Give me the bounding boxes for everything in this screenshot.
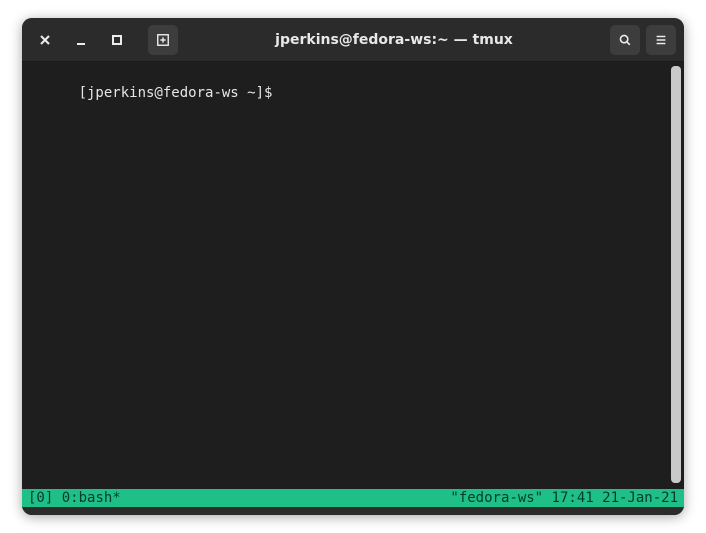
window-bottom-border <box>22 507 684 515</box>
shell-prompt: [jperkins@fedora-ws ~]$ <box>79 85 281 101</box>
menu-button[interactable] <box>646 25 676 55</box>
window-title: jperkins@fedora-ws:~ — tmux <box>184 32 604 48</box>
tmux-date: 21-Jan-21 <box>602 489 678 507</box>
minimize-icon <box>74 33 88 47</box>
hamburger-icon <box>654 33 668 47</box>
close-icon <box>38 33 52 47</box>
search-button[interactable] <box>610 25 640 55</box>
tmux-status-bar: [0] 0:bash* "fedora-ws" 17:41 21-Jan-21 <box>22 489 684 507</box>
close-button[interactable] <box>30 25 60 55</box>
minimize-button[interactable] <box>66 25 96 55</box>
maximize-button[interactable] <box>102 25 132 55</box>
terminal-window: jperkins@fedora-ws:~ — tmux [jperkins@fe… <box>22 18 684 515</box>
terminal-content[interactable]: [jperkins@fedora-ws ~]$ <box>22 62 671 507</box>
search-icon <box>618 33 632 47</box>
terminal-body[interactable]: [jperkins@fedora-ws ~]$ [0] 0:bash* "fed… <box>22 62 684 507</box>
titlebar: jperkins@fedora-ws:~ — tmux <box>22 18 684 62</box>
new-tab-button[interactable] <box>148 25 178 55</box>
tmux-time: 17:41 <box>552 489 594 507</box>
new-tab-icon <box>156 33 170 47</box>
tmux-session-indicator: [0] <box>28 489 53 507</box>
maximize-icon <box>110 33 124 47</box>
tmux-window-indicator: 0:bash* <box>62 489 121 507</box>
scrollbar[interactable] <box>671 66 681 483</box>
tmux-hostname: "fedora-ws" <box>450 489 543 507</box>
